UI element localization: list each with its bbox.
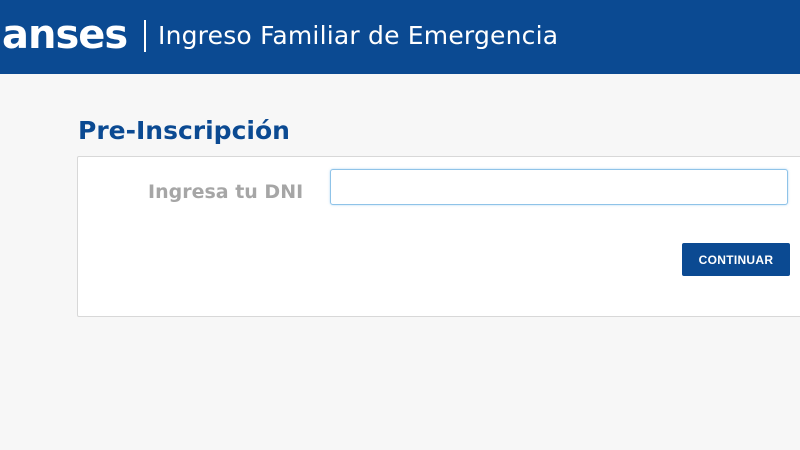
dni-label: Ingresa tu DNI xyxy=(148,181,304,203)
anses-logo: anses xyxy=(2,12,128,58)
pre-registration-form: Ingresa tu DNI CONTINUAR xyxy=(77,156,800,317)
app-title: Ingreso Familiar de Emergencia xyxy=(158,21,559,50)
top-header: anses Ingreso Familiar de Emergencia xyxy=(0,0,800,74)
dni-input[interactable] xyxy=(330,169,788,205)
header-divider xyxy=(144,20,146,52)
page-title: Pre-Inscripción xyxy=(78,116,290,145)
continue-button[interactable]: CONTINUAR xyxy=(682,243,790,276)
